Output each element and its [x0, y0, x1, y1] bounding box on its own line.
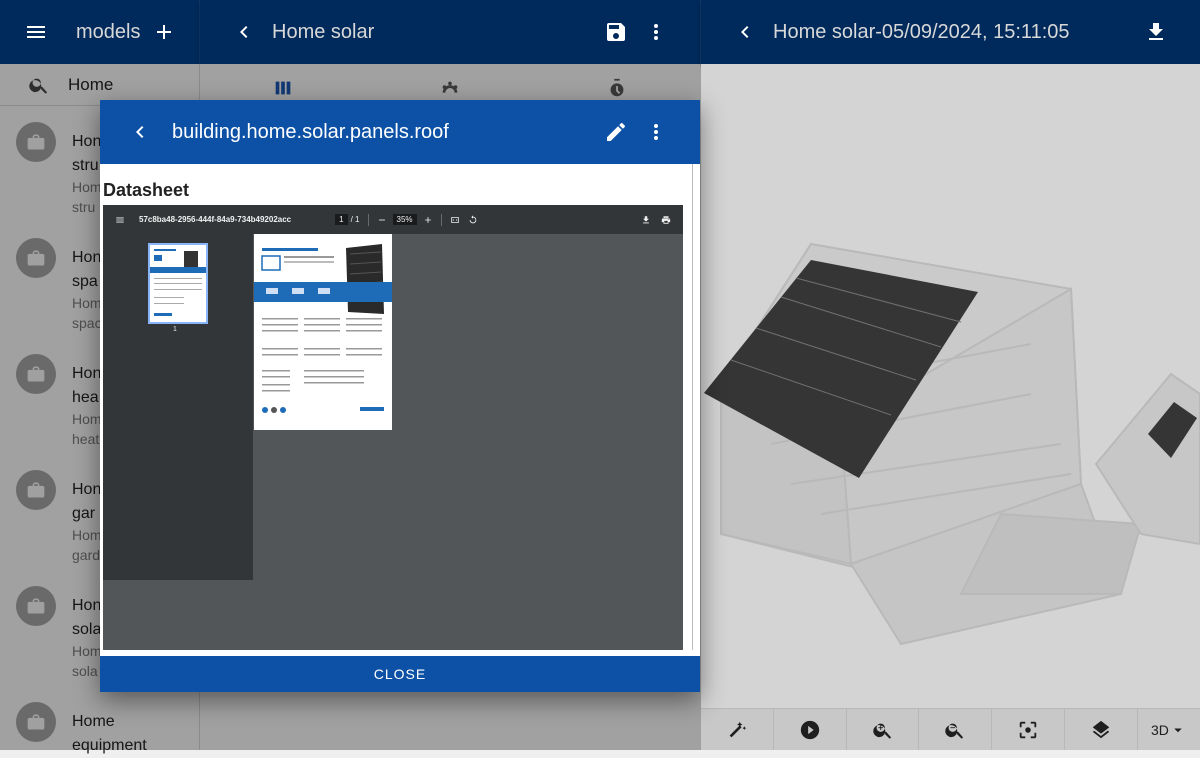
model-toolbar: Home solar — [200, 0, 700, 64]
pdf-page-input[interactable]: 1 — [335, 214, 348, 225]
dialog-title: building.home.solar.panels.roof — [172, 120, 449, 143]
fit-page-icon[interactable] — [450, 215, 460, 225]
back-icon[interactable] — [224, 12, 264, 52]
more-vert-icon[interactable] — [636, 12, 676, 52]
download-icon[interactable] — [641, 215, 651, 225]
model-title: Home solar — [272, 20, 375, 43]
modal-scrim-right — [701, 64, 1200, 750]
pdf-page-thumbnail[interactable] — [148, 243, 208, 324]
add-icon[interactable] — [144, 12, 184, 52]
back-icon[interactable] — [124, 112, 156, 152]
menu-icon[interactable] — [16, 12, 56, 52]
toolbar-separator — [367, 213, 369, 226]
edit-icon[interactable] — [596, 112, 636, 152]
thumbnail-page-number: 1 — [173, 326, 177, 333]
save-icon[interactable] — [596, 12, 636, 52]
pdf-zoom-value[interactable]: 35% — [392, 214, 417, 225]
zoom-out-icon[interactable] — [377, 215, 387, 225]
pdf-page — [254, 234, 392, 430]
pdf-toolbar: 57c8ba48-2956-444f-84a9-734b49202acc 1 /… — [103, 205, 683, 234]
toolbar-separator — [440, 213, 442, 226]
menu-icon[interactable] — [115, 215, 125, 225]
models-title: models — [76, 20, 141, 43]
pdf-filename: 57c8ba48-2956-444f-84a9-734b49202acc — [139, 215, 292, 224]
print-icon[interactable] — [661, 215, 671, 225]
pdf-page-sep: / — [350, 215, 353, 224]
datasheet-dialog: building.home.solar.panels.roof Datashee… — [100, 100, 700, 692]
download-icon[interactable] — [1136, 12, 1176, 52]
zoom-in-icon[interactable] — [423, 215, 433, 225]
datasheet-heading: Datasheet — [103, 180, 190, 200]
pdf-viewer[interactable]: 57c8ba48-2956-444f-84a9-734b49202acc 1 /… — [103, 205, 683, 650]
rotate-icon[interactable] — [468, 214, 641, 225]
dialog-scrollbar[interactable] — [692, 164, 693, 650]
pdf-page-indicator: 1 / 1 — [335, 214, 360, 225]
snapshot-toolbar: Home solar-05/09/2024, 15:11:05 — [701, 0, 1200, 64]
models-toolbar: models — [0, 0, 199, 64]
more-vert-icon[interactable] — [636, 112, 676, 152]
back-icon[interactable] — [725, 12, 765, 52]
close-button[interactable]: CLOSE — [100, 656, 700, 692]
snapshot-title: Home solar-05/09/2024, 15:11:05 — [773, 20, 1070, 43]
dialog-body: Datasheet 57c8ba48-2956-444f-84a9-734b49… — [100, 164, 700, 656]
thumbnail-preview — [150, 249, 206, 316]
pdf-page-total: 1 — [355, 215, 360, 224]
dialog-header: building.home.solar.panels.roof — [100, 100, 700, 164]
datasheet-page-preview — [254, 244, 392, 413]
pdf-thumbnail-sidebar: 1 — [103, 234, 253, 580]
